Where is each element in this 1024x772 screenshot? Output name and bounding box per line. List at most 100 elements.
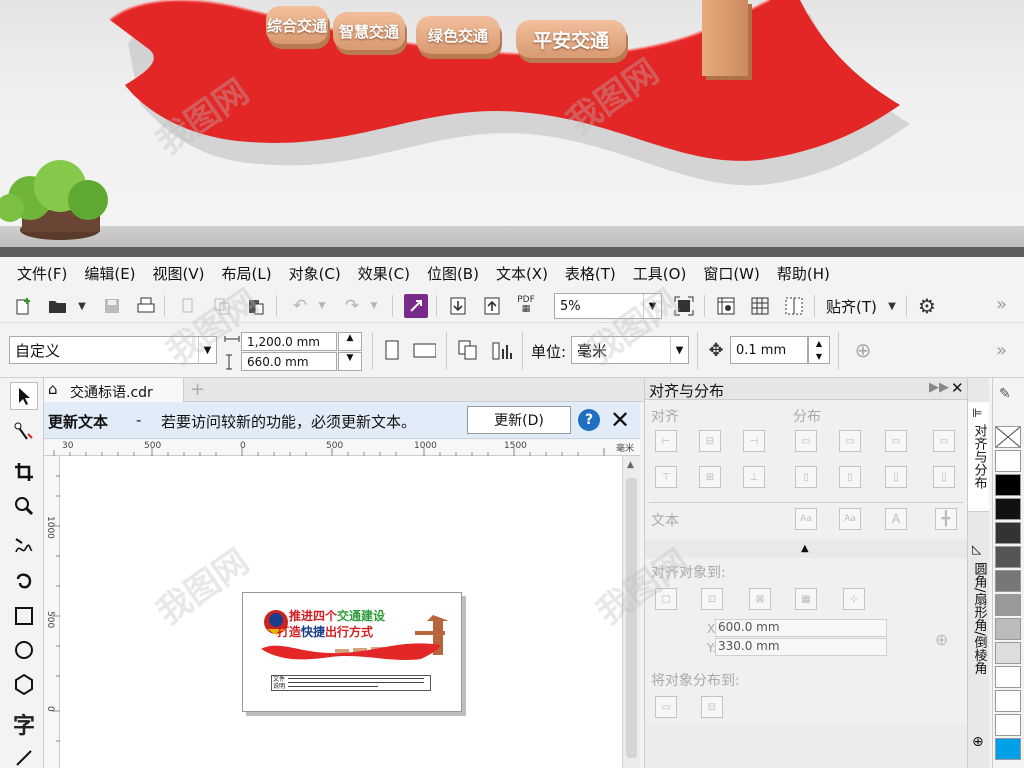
swatch-grey-10[interactable]	[995, 642, 1021, 664]
ellipse-tool-icon[interactable]	[10, 636, 38, 664]
pick-tool-icon[interactable]	[10, 382, 38, 410]
text-tool-icon[interactable]: 字	[10, 710, 38, 739]
swatch-none[interactable]	[995, 426, 1021, 448]
vertical-ruler[interactable]: 1000 500 0	[44, 456, 60, 768]
swatch-grey-50[interactable]	[995, 570, 1021, 592]
zoom-tool-icon[interactable]	[10, 492, 38, 520]
snap-dropdown-icon[interactable]: ▼	[880, 294, 904, 318]
text-last-baseline-icon[interactable]: Aa	[839, 508, 861, 530]
swatch-white-4[interactable]	[995, 714, 1021, 736]
publish-pdf-icon[interactable]: PDF ▦	[514, 293, 538, 317]
distribute-bottom-icon[interactable]: ▯	[933, 466, 955, 488]
options-gear-icon[interactable]: ⚙	[915, 294, 939, 318]
swatch-grey-30[interactable]	[995, 618, 1021, 640]
menu-window[interactable]: 窗口(W)	[703, 263, 760, 284]
distribute-middle-icon[interactable]: ▯	[839, 466, 861, 488]
align-to-grid-icon[interactable]: ▦	[795, 588, 817, 610]
undo-icon[interactable]: ↶	[288, 294, 312, 318]
align-bottom-icon[interactable]: ⊥	[743, 466, 765, 488]
polygon-tool-icon[interactable]	[10, 670, 38, 698]
all-pages-icon[interactable]	[456, 338, 480, 362]
document-tab-name[interactable]: 交通标语.cdr	[70, 382, 153, 402]
distribute-spacing-icon[interactable]: ▭	[885, 430, 907, 452]
artistic-media-tool-icon[interactable]	[10, 568, 38, 596]
swatch-black[interactable]	[995, 474, 1021, 496]
distribute-to-page-icon[interactable]: ⊟	[701, 696, 723, 718]
cut-icon[interactable]	[176, 294, 200, 318]
align-right-icon[interactable]: ⊣	[743, 430, 765, 452]
shape-tool-icon[interactable]	[10, 418, 38, 446]
close-notice-icon[interactable]: ✕	[610, 406, 630, 434]
collapse-toggle-icon[interactable]: ▲	[801, 543, 809, 554]
unit-select[interactable]: 毫米 ▼	[571, 336, 689, 364]
distribute-center-icon[interactable]: ▭	[839, 430, 861, 452]
page-size-preset[interactable]: 自定义 ▼	[9, 336, 217, 364]
undo-dropdown-icon[interactable]: ▼	[310, 294, 334, 318]
page-width-field[interactable]: 1,200.0 mm	[241, 332, 337, 351]
docker-expand-icon[interactable]: ▶▶	[929, 380, 949, 395]
page-height-field[interactable]: 660.0 mm	[241, 352, 337, 371]
help-icon[interactable]: ?	[578, 409, 600, 431]
horizontal-ruler[interactable]: 30 500 0 500 1000 1500 毫米	[44, 440, 640, 456]
nudge-distance-field[interactable]: 0.1 mm	[730, 336, 808, 364]
zoom-dropdown-icon[interactable]: ▼	[643, 294, 661, 318]
portrait-icon[interactable]	[380, 338, 404, 362]
x-coordinate-field[interactable]: 600.0 mm	[715, 619, 887, 637]
add-tab-icon[interactable]: +	[190, 379, 205, 400]
swatch-grey-40[interactable]	[995, 594, 1021, 616]
freehand-tool-icon[interactable]	[10, 532, 38, 560]
menu-effects[interactable]: 效果(C)	[358, 263, 410, 284]
align-to-point-icon[interactable]: ⊹	[843, 588, 865, 610]
print-icon[interactable]	[134, 294, 158, 318]
text-outline-icon[interactable]: ╋	[935, 508, 957, 530]
swatch-grey-70[interactable]	[995, 546, 1021, 568]
snap-to-menu[interactable]: 贴齐(T)	[826, 296, 877, 317]
tab-fillet-scallop-chamfer[interactable]: 圆角/扇形角/倒棱角	[968, 562, 990, 712]
unit-dropdown-icon[interactable]: ▼	[670, 337, 688, 363]
distribute-to-selection-icon[interactable]: ▭	[655, 696, 677, 718]
menu-bitmaps[interactable]: 位图(B)	[427, 263, 479, 284]
menu-layout[interactable]: 布局(L)	[222, 263, 272, 284]
drawing-canvas[interactable]: 推进四个交通建设 打造快捷出行方式 文件说明	[60, 456, 622, 768]
preset-dropdown-icon[interactable]: ▼	[198, 337, 216, 363]
align-center-v-icon[interactable]: ⊞	[699, 466, 721, 488]
scroll-thumb[interactable]	[626, 478, 637, 758]
align-to-active-object-icon[interactable]: ▢	[655, 588, 677, 610]
redo-dropdown-icon[interactable]: ▼	[362, 294, 386, 318]
align-top-icon[interactable]: ⊤	[655, 466, 677, 488]
propertybar-overflow[interactable]: »	[996, 340, 1007, 361]
align-to-page-edge-icon[interactable]: ⊡	[701, 588, 723, 610]
redo-icon[interactable]: ↷	[340, 294, 364, 318]
text-bounding-box-icon[interactable]: A	[885, 508, 907, 530]
crop-tool-icon[interactable]	[10, 458, 38, 486]
distribute-vspacing-icon[interactable]: ▯	[885, 466, 907, 488]
page-artboard[interactable]: 推进四个交通建设 打造快捷出行方式 文件说明	[242, 592, 462, 712]
docker-close-icon[interactable]: ✕	[951, 379, 964, 397]
zoom-level-field[interactable]: 5% ▼	[554, 293, 662, 319]
current-page-icon[interactable]	[490, 338, 514, 362]
menu-edit[interactable]: 编辑(E)	[84, 263, 135, 284]
toolbar-overflow[interactable]: »	[996, 294, 1007, 315]
y-coordinate-field[interactable]: 330.0 mm	[715, 638, 887, 656]
export-icon[interactable]	[480, 294, 504, 318]
copy-icon[interactable]	[210, 294, 234, 318]
scroll-up-icon[interactable]: ▲	[627, 460, 634, 470]
add-page-plus-icon[interactable]: ⊕	[851, 338, 875, 362]
open-folder-icon[interactable]	[46, 294, 70, 318]
paste-icon[interactable]	[244, 294, 268, 318]
menu-file[interactable]: 文件(F)	[17, 263, 67, 284]
full-screen-icon[interactable]	[672, 294, 696, 318]
text-first-baseline-icon[interactable]: Aa	[795, 508, 817, 530]
landscape-icon[interactable]	[412, 338, 436, 362]
swatch-black-2[interactable]	[995, 498, 1021, 520]
align-center-h-icon[interactable]: ⊟	[699, 430, 721, 452]
rectangle-tool-icon[interactable]	[10, 602, 38, 630]
tab-align-distribute[interactable]: 对齐与分布	[968, 424, 990, 514]
menu-tools[interactable]: 工具(O)	[633, 263, 687, 284]
swatch-white[interactable]	[995, 450, 1021, 472]
menu-object[interactable]: 对象(C)	[289, 263, 341, 284]
distribute-left-icon[interactable]: ▭	[795, 430, 817, 452]
width-spinner[interactable]: ▲	[338, 332, 362, 351]
eyedropper-icon[interactable]: ✎	[999, 386, 1011, 402]
distribute-top-icon[interactable]: ▯	[795, 466, 817, 488]
